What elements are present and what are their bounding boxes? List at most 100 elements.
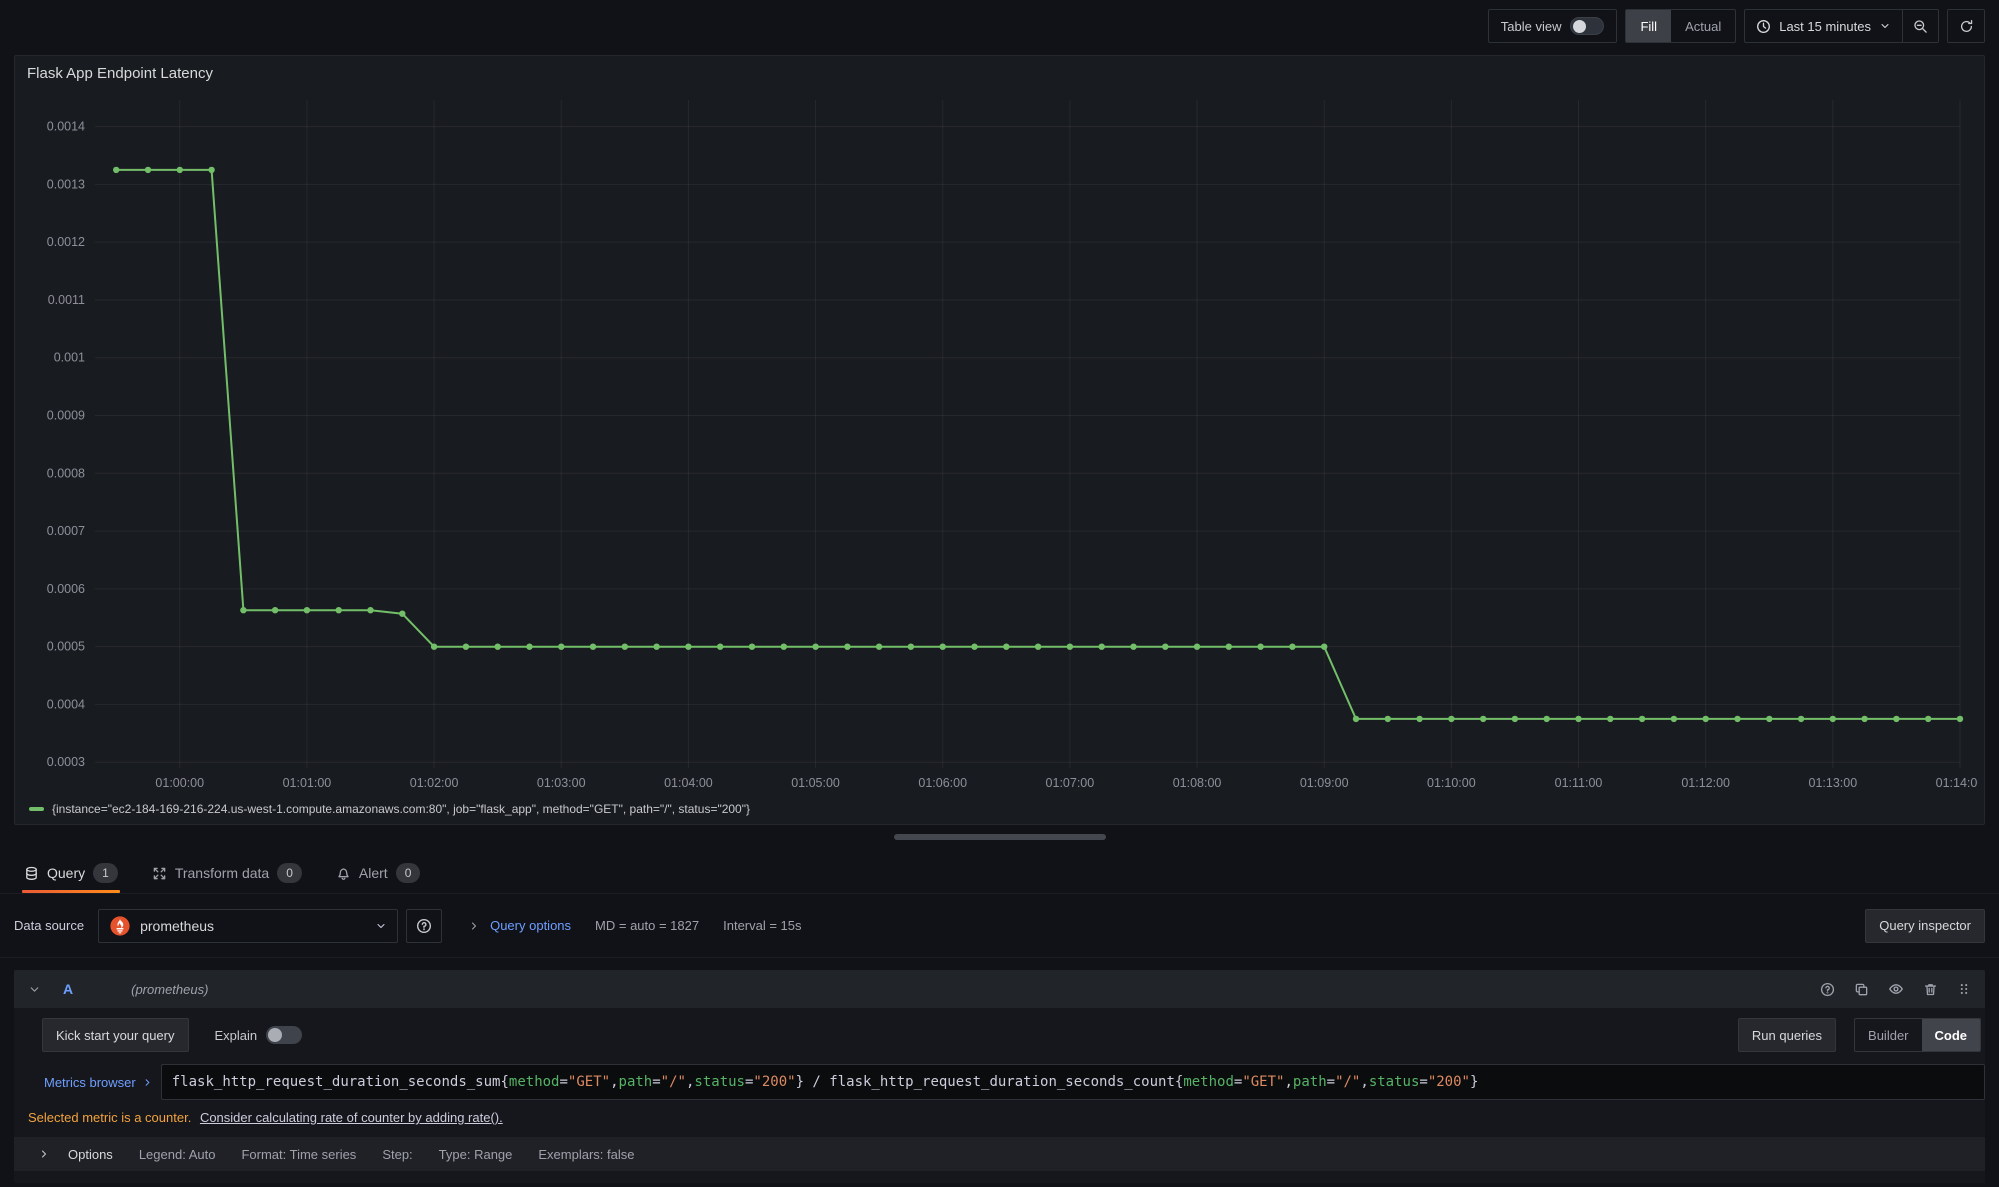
query-options-link[interactable]: Query options <box>490 918 571 933</box>
tab-alert[interactable]: Alert 0 <box>334 853 422 893</box>
series-point <box>1512 716 1518 722</box>
toggle-visibility-button[interactable] <box>1888 981 1904 997</box>
zoom-out-button[interactable] <box>1902 10 1938 42</box>
y-tick-label: 0.0013 <box>47 177 85 191</box>
series-point <box>113 167 119 173</box>
x-tick-label: 01:09:00 <box>1300 776 1349 790</box>
panel-toolbar: Table view Fill Actual Last 15 minutes <box>1488 9 1985 43</box>
series-point <box>399 611 405 617</box>
builder-option[interactable]: Builder <box>1855 1019 1921 1051</box>
query-inspector-button[interactable]: Query inspector <box>1865 909 1985 943</box>
kick-start-query-button[interactable]: Kick start your query <box>42 1018 189 1052</box>
series-point <box>1067 644 1073 650</box>
query-token: = <box>1234 1074 1242 1090</box>
option-type: Type: Range <box>439 1147 513 1162</box>
zoom-out-icon <box>1913 19 1928 34</box>
series-point <box>240 607 246 613</box>
refresh-button[interactable] <box>1947 9 1985 43</box>
series-point <box>1130 644 1136 650</box>
tab-query[interactable]: Query 1 <box>22 853 120 893</box>
clock-icon <box>1756 19 1771 34</box>
chevron-right-icon <box>38 1148 50 1160</box>
promql-query-input[interactable]: flask_http_request_duration_seconds_sum{… <box>161 1064 1985 1100</box>
query-field-row: Metrics browser flask_http_request_durat… <box>36 1064 1985 1100</box>
y-tick-label: 0.0003 <box>47 755 85 769</box>
series-point <box>622 644 628 650</box>
query-help-button[interactable] <box>1820 982 1835 997</box>
series-point <box>1226 644 1232 650</box>
series-point <box>971 644 977 650</box>
builder-code-switch: Builder Code <box>1854 1018 1981 1052</box>
query-token: , <box>1360 1074 1368 1090</box>
x-tick-label: 01:07:00 <box>1046 776 1095 790</box>
x-tick-label: 01:01:00 <box>283 776 332 790</box>
series-point <box>940 644 946 650</box>
query-token: method <box>1183 1074 1234 1090</box>
query-token: = <box>1419 1074 1427 1090</box>
warning-text: Selected metric is a counter. <box>28 1110 191 1125</box>
option-legend: Legend: Auto <box>139 1147 216 1162</box>
duplicate-query-button[interactable] <box>1854 982 1869 997</box>
x-tick-label: 01:14:00 <box>1936 776 1978 790</box>
query-token: = <box>1327 1074 1335 1090</box>
tab-query-count: 1 <box>93 863 118 883</box>
series-point <box>1893 716 1899 722</box>
actual-option[interactable]: Actual <box>1671 10 1735 42</box>
series-point <box>1671 716 1677 722</box>
query-token: = <box>559 1074 567 1090</box>
time-range-picker[interactable]: Last 15 minutes <box>1745 10 1902 42</box>
series-point <box>1416 716 1422 722</box>
tab-transform-data[interactable]: Transform data 0 <box>150 853 304 893</box>
metrics-browser-button[interactable]: Metrics browser <box>36 1064 161 1100</box>
x-tick-label: 01:08:00 <box>1173 776 1222 790</box>
series-point <box>145 167 151 173</box>
metrics-browser-label: Metrics browser <box>44 1075 136 1090</box>
run-queries-button[interactable]: Run queries <box>1738 1018 1836 1052</box>
query-token: , <box>686 1074 694 1090</box>
explain-group: Explain <box>215 1026 303 1044</box>
y-tick-label: 0.0004 <box>47 697 85 711</box>
fill-option[interactable]: Fill <box>1626 10 1671 42</box>
panel-resize-handle[interactable] <box>894 834 1106 840</box>
legend-series-marker <box>29 807 44 811</box>
y-tick-label: 0.0005 <box>47 640 85 654</box>
code-option[interactable]: Code <box>1922 1019 1981 1051</box>
fill-actual-switch: Fill Actual <box>1625 9 1736 43</box>
time-series-chart[interactable]: 0.00030.00040.00050.00060.00070.00080.00… <box>23 92 1978 794</box>
panel-title: Flask App Endpoint Latency <box>27 65 213 82</box>
datasource-picker[interactable]: prometheus <box>98 909 398 943</box>
query-editor-body: Kick start your query Explain Run querie… <box>14 1008 1985 1183</box>
warning-rate-link[interactable]: Consider calculating rate of counter by … <box>200 1110 503 1125</box>
series-point <box>812 644 818 650</box>
query-token: path <box>1293 1074 1327 1090</box>
y-tick-label: 0.0006 <box>47 582 85 596</box>
tab-query-label: Query <box>47 865 85 881</box>
collapse-chevron-icon[interactable] <box>28 983 41 996</box>
query-token: } / flask_http_request_duration_seconds_… <box>796 1074 1184 1090</box>
series-point <box>558 644 564 650</box>
series-point <box>876 644 882 650</box>
series-point <box>1448 716 1454 722</box>
datasource-row: Data source prometheus Query options MD … <box>0 894 1999 958</box>
series-point <box>1607 716 1613 722</box>
table-view-group: Table view <box>1488 9 1618 43</box>
eye-icon <box>1888 981 1904 997</box>
query-ref-id[interactable]: A <box>63 981 73 997</box>
explain-toggle[interactable] <box>266 1026 302 1044</box>
series-point <box>1639 716 1645 722</box>
datasource-help-button[interactable] <box>406 909 442 943</box>
help-icon <box>416 918 432 934</box>
y-tick-label: 0.0012 <box>47 235 85 249</box>
datasource-label: Data source <box>14 918 84 933</box>
delete-query-button[interactable] <box>1923 982 1938 997</box>
series-point <box>304 607 310 613</box>
query-token: status <box>1369 1074 1420 1090</box>
drag-handle[interactable] <box>1957 982 1971 996</box>
series-point <box>1830 716 1836 722</box>
legend-series-label[interactable]: {instance="ec2-184-169-216-224.us-west-1… <box>52 802 750 816</box>
table-view-toggle[interactable] <box>1570 17 1604 35</box>
options-summary-bar[interactable]: Options Legend: Auto Format: Time series… <box>14 1137 1985 1171</box>
help-icon <box>1820 982 1835 997</box>
series-point <box>1353 716 1359 722</box>
query-token: method <box>509 1074 560 1090</box>
